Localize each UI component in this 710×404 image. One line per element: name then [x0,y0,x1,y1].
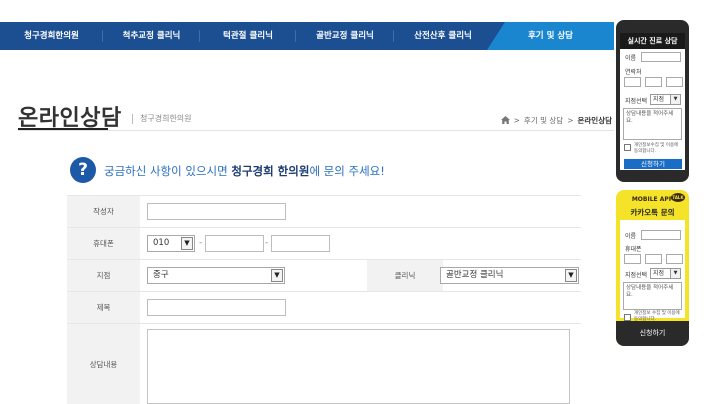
live-name-label: 이름 [625,55,637,62]
branch-select[interactable]: 중구 ▼ [147,267,285,284]
banner-clinic-name: 청구경희 한의원 [231,164,310,178]
kakao-name-label: 이름 [625,233,637,240]
page-subtitle: 청구경희한의원 [140,114,192,123]
kakao-content-textarea[interactable]: 상담내용을 적어주세요. [623,282,682,310]
nav-label: 턱관절 클리닉 [223,31,273,41]
breadcrumb: > 후기 및 상담 > 온라인상담 [500,115,613,126]
form-row-branch: 지점 중구 ▼ 클리닉 골반교정 클리닉 ▼ [67,259,581,291]
nav-label: 산전산후 클리닉 [414,31,472,41]
content-textarea[interactable] [147,329,570,404]
live-phone-3-input[interactable] [666,77,683,87]
banner-prefix: 궁금하신 사항이 있으시면 [104,164,232,178]
kakao-submit-button[interactable]: 신청하기 [616,321,689,346]
nav-item-prenatal[interactable]: 산전산후 클리닉 [394,22,492,50]
chevron-right-icon: > [513,116,520,125]
author-label: 작성자 [67,196,140,227]
kakao-branch-value: 지점 [653,270,665,277]
nav-label: 척추교정 클리닉 [122,31,181,41]
live-consult-widget: 실시간 진료 상담 이름 연락처 지점선택 지점 ▼ 상담내용을 적어주세요. 개… [616,20,689,182]
banner-suffix: 에 문의 주세요! [309,164,385,178]
clinic-select[interactable]: 골반교정 클리닉 ▼ [440,267,579,284]
chevron-down-icon: ▼ [670,95,680,104]
nav-label: 청구경희한의원 [24,31,79,41]
phone-last-input[interactable] [271,235,330,252]
form-row-phone: 휴대폰 010 ▼ - - [67,227,581,259]
form-row-author: 작성자 [67,195,581,227]
breadcrumb-item[interactable]: 후기 및 상담 [524,115,563,126]
chevron-down-icon: ▼ [271,269,283,282]
branch-value: 중구 [153,270,169,280]
live-consult-title: 실시간 진료 상담 [620,33,685,49]
live-agree-text: 개인정보수집 및 이용에 동의합니다. [634,143,679,154]
title-divider [132,114,133,124]
phone-prefix-value: 010 [153,238,170,248]
kakao-consult-widget: MOBILE APP TALK 카카오톡 문의 이름 휴대폰 지점선택 지점 ▼ … [616,190,689,346]
live-branch-value: 지점 [653,96,665,103]
breadcrumb-current: 온라인상담 [577,116,613,125]
nav-item-review[interactable]: 후기 및 상담 [487,22,614,50]
chevron-down-icon: ▼ [565,269,577,282]
kakao-title: 카카오톡 문의 [630,208,675,217]
question-icon: ? [70,157,96,183]
chevron-down-icon: ▼ [670,269,680,278]
branch-label: 지점 [67,260,140,291]
kakao-agree-checkbox[interactable] [624,314,631,321]
kakao-phone-3-input[interactable] [666,254,683,264]
nav-label: 골반교정 클리닉 [316,31,374,41]
live-agree-checkbox[interactable] [624,144,631,151]
phone-prefix-select[interactable]: 010 ▼ [147,235,195,252]
live-submit-button[interactable]: 신청하기 [624,159,682,169]
live-phone-1-input[interactable] [624,77,641,87]
chevron-right-icon: > [567,116,574,125]
phone-middle-input[interactable] [205,235,264,252]
header-rule [18,130,614,131]
kakao-name-input[interactable] [641,230,681,240]
kakao-branch-label: 지점선택 [625,272,648,279]
kakao-phone-label: 휴대폰 [625,246,642,253]
nav-item-home[interactable]: 청구경희한의원 [0,22,103,50]
live-branch-label: 지점선택 [625,98,648,105]
form-row-content: 상담내용 [67,323,581,404]
consultation-form: 작성자 휴대폰 010 ▼ - - 지점 중구 ▼ 클리닉 골반교정 클리닉 ▼ 제목… [67,195,581,404]
clinic-value: 골반교정 클리닉 [446,270,504,280]
nav-item-spine[interactable]: 척추교정 클리닉 [103,22,200,50]
subject-label: 제목 [67,292,140,323]
author-input[interactable] [147,203,286,220]
live-content-textarea[interactable]: 상담내용을 적어주세요. [623,108,682,140]
nav-item-pelvis[interactable]: 골반교정 클리닉 [296,22,394,50]
live-name-input[interactable] [641,52,681,62]
phone-label: 휴대폰 [67,228,140,259]
form-row-subject: 제목 [67,291,581,323]
live-branch-select[interactable]: 지점 ▼ [650,94,681,105]
kakao-phone-2-input[interactable] [645,254,662,264]
clinic-label: 클리닉 [367,260,443,291]
chevron-down-icon: ▼ [181,237,193,250]
inquiry-banner-text: 궁금하신 사항이 있으시면 청구경희 한의원에 문의 주세요! [104,163,385,179]
live-phone-label: 연락처 [625,69,642,76]
subject-input[interactable] [147,299,286,316]
kakao-branch-select[interactable]: 지점 ▼ [650,268,681,279]
main-nav: 청구경희한의원 척추교정 클리닉 턱관절 클리닉 골반교정 클리닉 산전산후 클… [0,22,614,50]
dash: - [199,238,203,248]
home-icon[interactable] [500,115,510,126]
dash: - [265,238,269,248]
live-phone-2-input[interactable] [645,77,662,87]
nav-item-tmj[interactable]: 턱관절 클리닉 [200,22,296,50]
content-label: 상담내용 [67,324,140,404]
kakao-talk-icon: TALK [671,193,685,202]
kakao-phone-1-input[interactable] [624,254,641,264]
